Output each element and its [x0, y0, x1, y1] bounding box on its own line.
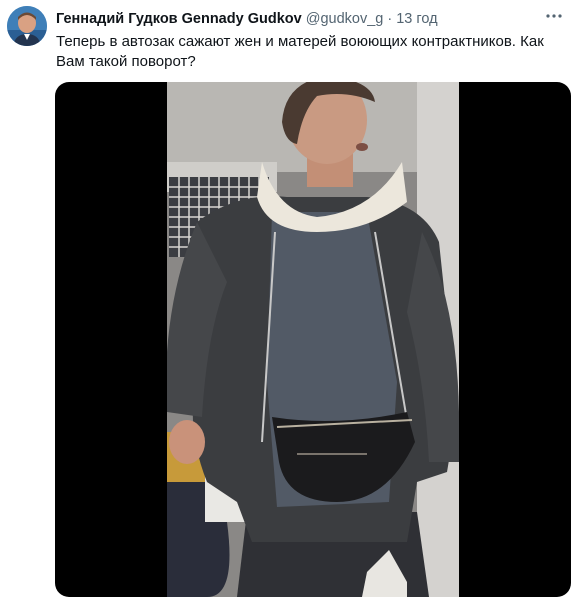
tweet-header: Геннадий Гудков Gennady Gudkov @gudkov_g… [56, 9, 540, 29]
separator: · [387, 11, 393, 27]
tweet: Геннадий Гудков Gennady Gudkov @gudkov_g… [0, 0, 580, 603]
tweet-text: Теперь в автозак сажают жен и матерей во… [56, 33, 544, 70]
tweet-media-video[interactable] [55, 82, 571, 597]
video-frame [167, 82, 459, 597]
author-name[interactable]: Геннадий Гудков Gennady Gudkov [56, 11, 302, 27]
avatar[interactable] [7, 6, 47, 46]
tweet-time[interactable]: 13 год [396, 11, 437, 27]
author-handle[interactable]: @gudkov_g [306, 11, 384, 27]
more-horizontal-icon[interactable] [542, 7, 566, 29]
